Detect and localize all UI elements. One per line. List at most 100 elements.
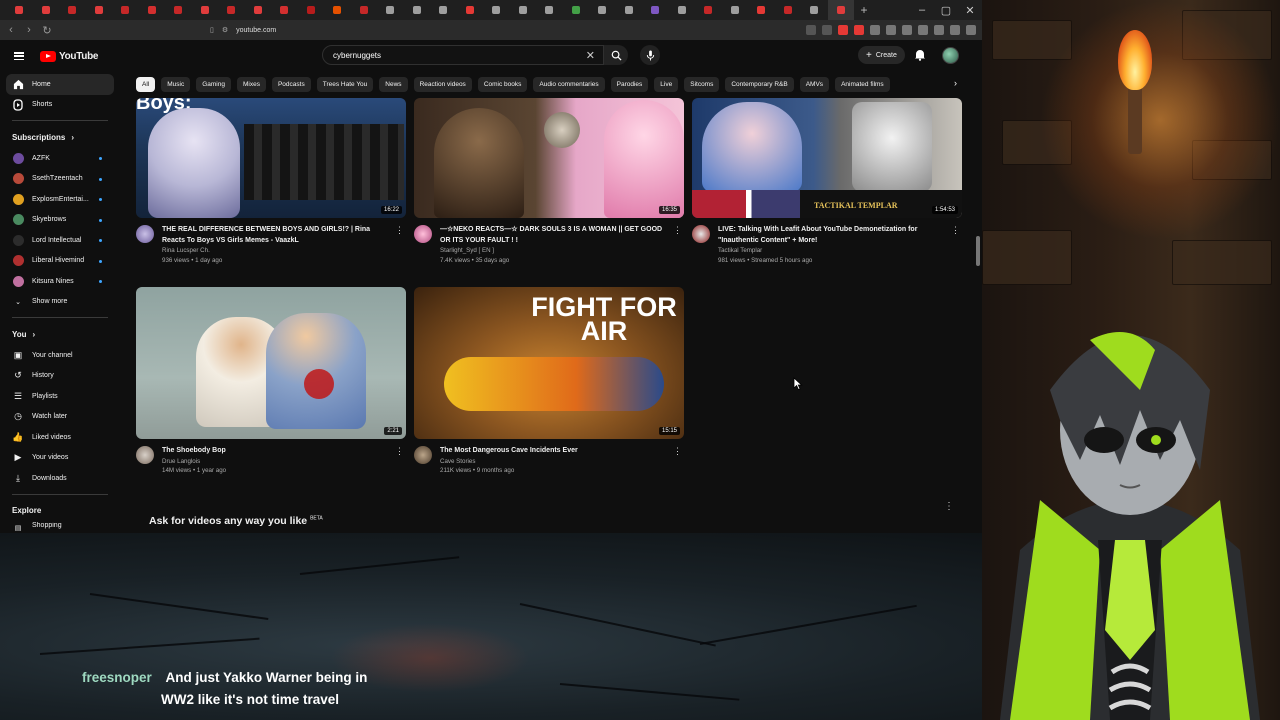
sidebar-item-your-videos[interactable]: ▶ Your videos xyxy=(0,448,120,469)
filter-chip[interactable]: Sitcoms xyxy=(684,76,720,92)
browser-tab[interactable] xyxy=(112,0,139,20)
sidebar-item-subscription[interactable]: ExplosmEntertai... xyxy=(0,189,120,210)
channel-avatar[interactable] xyxy=(136,446,154,464)
browser-tab[interactable] xyxy=(404,0,431,20)
notifications-button[interactable] xyxy=(914,48,926,66)
channel-avatar[interactable] xyxy=(136,225,154,243)
video-title[interactable]: The Most Dangerous Cave Incidents Ever xyxy=(440,446,668,457)
filter-chip[interactable]: Music xyxy=(161,76,191,92)
filter-chip[interactable]: Audio commentaries xyxy=(533,76,605,92)
show-more-button[interactable]: ⌄ Show more xyxy=(0,292,120,313)
video-thumbnail[interactable]: Boys: 16:22 xyxy=(136,98,406,218)
video-card[interactable]: TACTIKAL TEMPLAR 1:54:53 LIVE: Talking W… xyxy=(692,98,962,266)
browser-tab[interactable] xyxy=(589,0,616,20)
sidebar-item-subscription[interactable]: Lord Intellectual xyxy=(0,230,120,251)
sidebar-item-watch-later[interactable]: ◷ Watch later xyxy=(0,407,120,428)
youtube-logo[interactable]: YouTube xyxy=(40,50,99,62)
voice-search-button[interactable] xyxy=(640,45,660,65)
extension-icon[interactable] xyxy=(966,25,976,35)
browser-tab[interactable] xyxy=(192,0,219,20)
browser-tab[interactable] xyxy=(510,0,537,20)
video-card[interactable]: FIGHT FOR AIR 15:15 The Most Dangerous C… xyxy=(414,287,684,476)
maximize-icon[interactable]: ▢ xyxy=(934,4,958,17)
filter-chip[interactable]: Contemporary R&B xyxy=(725,76,794,92)
browser-tab[interactable] xyxy=(775,0,802,20)
sidebar-item-like[interactable]: 👍 Liked videos xyxy=(0,427,120,448)
browser-tab[interactable] xyxy=(377,0,404,20)
more-options-icon[interactable]: ⋮ xyxy=(673,225,682,236)
reload-icon[interactable]: ↻ xyxy=(42,24,52,37)
extension-icon[interactable] xyxy=(918,25,928,35)
sidebar-item-home[interactable]: Home xyxy=(6,74,114,95)
extension-icon[interactable] xyxy=(806,25,816,35)
extension-icon[interactable] xyxy=(950,25,960,35)
sidebar-item-subscription[interactable]: Kitsura Nines xyxy=(0,271,120,292)
you-header[interactable]: You › xyxy=(0,323,120,345)
browser-tab[interactable] xyxy=(801,0,828,20)
sidebar-item-channel[interactable]: ▣ Your channel xyxy=(0,345,120,366)
browser-tab[interactable] xyxy=(139,0,166,20)
sidebar-item-download[interactable]: ⤓ Downloads xyxy=(0,468,120,489)
channel-avatar[interactable] xyxy=(414,225,432,243)
extension-icon[interactable] xyxy=(838,25,848,35)
video-card[interactable]: 16:35 —☆NEKO REACTS—☆ DARK SOULS 3 IS A … xyxy=(414,98,684,266)
extension-icon[interactable] xyxy=(870,25,880,35)
channel-name[interactable]: Starlight_Syd [ EN ] xyxy=(440,246,668,256)
browser-tab[interactable] xyxy=(218,0,245,20)
sidebar-item-shorts[interactable]: Shorts xyxy=(0,95,120,116)
close-window-icon[interactable]: ✕ xyxy=(958,4,982,17)
sidebar-item-history[interactable]: ↺ History xyxy=(0,366,120,387)
channel-name[interactable]: Drue Langlois xyxy=(162,457,390,467)
browser-tab[interactable] xyxy=(298,0,325,20)
sidebar-item-playlists[interactable]: ☰ Playlists xyxy=(0,386,120,407)
browser-tab[interactable] xyxy=(722,0,749,20)
forward-icon[interactable]: › xyxy=(24,24,34,36)
more-options-icon[interactable]: ⋮ xyxy=(944,501,954,512)
extension-icon[interactable] xyxy=(886,25,896,35)
search-button[interactable] xyxy=(604,45,628,65)
browser-tab[interactable] xyxy=(86,0,113,20)
clear-search-icon[interactable]: ✕ xyxy=(586,49,595,62)
video-thumbnail[interactable]: 2:21 xyxy=(136,287,406,439)
browser-tab[interactable] xyxy=(563,0,590,20)
create-button[interactable]: + Create xyxy=(858,46,905,64)
channel-name[interactable]: Tactikal Templar xyxy=(718,246,946,256)
search-input[interactable]: cybernuggets ✕ xyxy=(322,45,604,65)
extension-icon[interactable] xyxy=(822,25,832,35)
browser-tab[interactable] xyxy=(245,0,272,20)
video-title[interactable]: The Shoebody Bop xyxy=(162,446,390,457)
channel-name[interactable]: Cave Stories xyxy=(440,457,668,467)
video-title[interactable]: —☆NEKO REACTS—☆ DARK SOULS 3 IS A WOMAN … xyxy=(440,225,668,246)
video-thumbnail[interactable]: FIGHT FOR AIR 15:15 xyxy=(414,287,684,439)
sidebar-item-subscription[interactable]: Skyebrows xyxy=(0,210,120,231)
browser-tab[interactable] xyxy=(59,0,86,20)
browser-tab[interactable] xyxy=(536,0,563,20)
filter-chip[interactable]: Mixes xyxy=(236,76,266,92)
filter-chip[interactable]: Animated films xyxy=(835,76,890,92)
site-info-icon[interactable]: ⚙ xyxy=(222,26,228,34)
filter-chip[interactable]: Trees Hate You xyxy=(316,76,374,92)
browser-tab[interactable] xyxy=(33,0,60,20)
chips-next-icon[interactable]: › xyxy=(954,78,957,88)
more-options-icon[interactable]: ⋮ xyxy=(395,225,404,236)
sidebar-item-subscription[interactable]: AZFK xyxy=(0,148,120,169)
video-thumbnail[interactable]: TACTIKAL TEMPLAR 1:54:53 xyxy=(692,98,962,218)
filter-chip[interactable]: Live xyxy=(654,76,679,92)
browser-tab[interactable] xyxy=(271,0,298,20)
filter-chip[interactable]: Podcasts xyxy=(271,76,311,92)
filter-chip[interactable]: Gaming xyxy=(196,76,231,92)
menu-icon[interactable] xyxy=(14,52,24,60)
browser-tab[interactable] xyxy=(457,0,484,20)
browser-tab[interactable] xyxy=(6,0,33,20)
sidebar-item-subscription[interactable]: Liberal Hivemind xyxy=(0,251,120,272)
video-title[interactable]: LIVE: Talking With Leafit About YouTube … xyxy=(718,225,946,246)
filter-chip[interactable]: Comic books xyxy=(477,76,528,92)
browser-tab[interactable] xyxy=(695,0,722,20)
new-tab-icon[interactable]: + xyxy=(854,3,874,17)
account-avatar[interactable] xyxy=(942,47,959,64)
browser-tab[interactable] xyxy=(165,0,192,20)
browser-tab[interactable] xyxy=(324,0,351,20)
browser-tab[interactable] xyxy=(483,0,510,20)
extension-icon[interactable] xyxy=(902,25,912,35)
browser-tab[interactable] xyxy=(616,0,643,20)
